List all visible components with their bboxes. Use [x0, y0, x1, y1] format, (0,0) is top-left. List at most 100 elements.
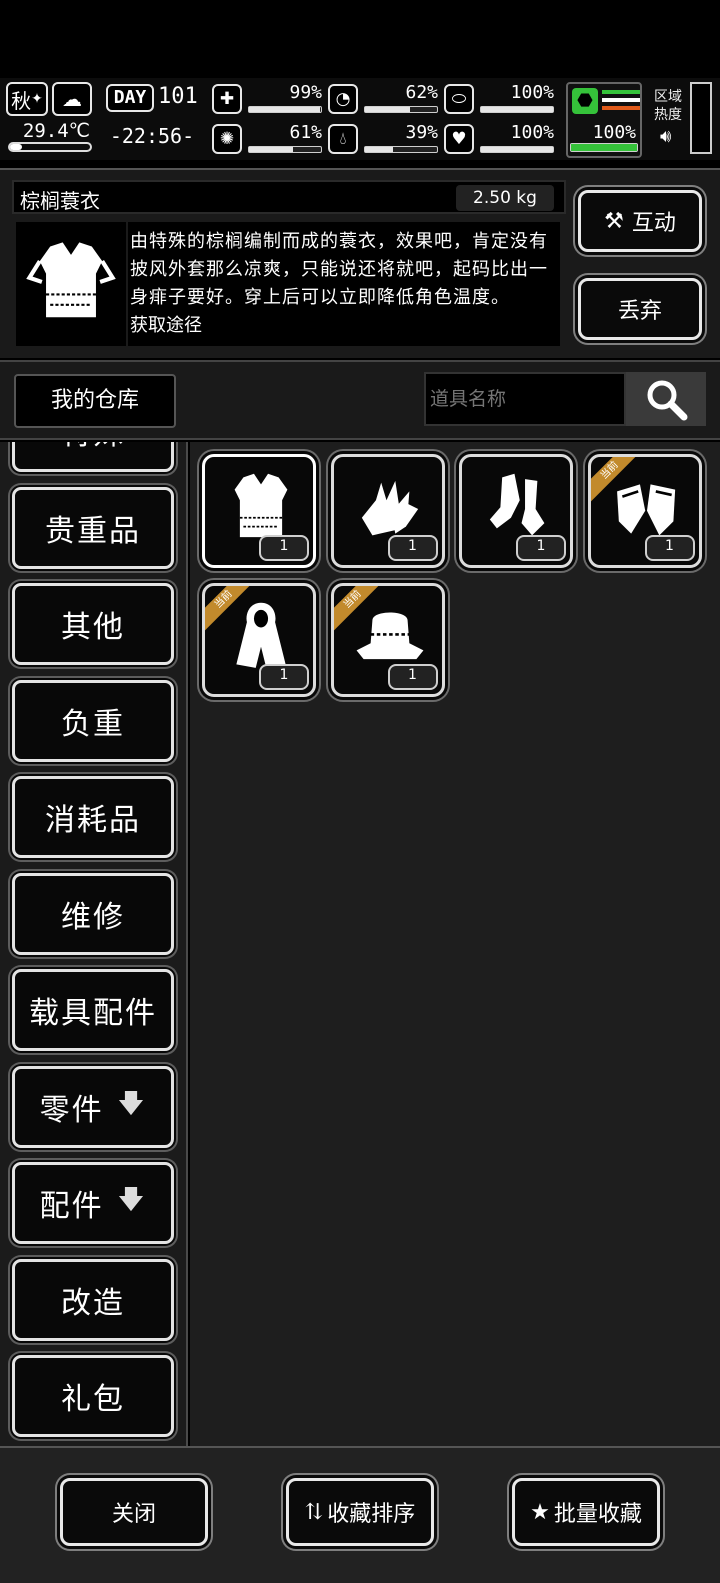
item-slot[interactable]: 1 — [330, 454, 445, 568]
region-heat-meter — [690, 82, 712, 154]
item-slot[interactable]: 当前 1 — [202, 582, 316, 697]
item-grid: 1 1 1 当前 1 当前 1 当前 1 — [190, 442, 720, 1446]
item-slot[interactable]: 1 — [202, 454, 316, 568]
category-label: 贵重品 — [45, 513, 141, 549]
category-label: 维修 — [61, 899, 125, 935]
item-quantity: 1 — [516, 535, 566, 561]
batch-favorite-button[interactable]: ★ 批量收藏 — [512, 1478, 660, 1546]
stamina-value: 100% — [592, 122, 636, 143]
equipped-badge: 当前 — [333, 585, 390, 637]
search-icon — [647, 380, 688, 421]
category-label: 其他 — [61, 610, 125, 645]
interact-label: 互动 — [631, 211, 676, 236]
item-description: 由特殊的棕榈编制而成的蓑衣，效果吧，肯定没有披风外套那么凉爽，只能说还将就吧，起… — [130, 231, 548, 308]
item-quantity: 1 — [644, 535, 695, 561]
category-6[interactable]: 维修 — [12, 872, 174, 955]
brain-icon: ✺ — [212, 124, 242, 154]
category-10[interactable]: 改造 — [12, 1258, 174, 1341]
category-label: 载具配件 — [29, 996, 157, 1031]
stamina-block: ⬣ 100% — [566, 82, 642, 158]
category-sidebar: 特殊贵重品其他负重消耗品维修载具配件零件 🡇 配件 🡇 改造礼包 — [0, 442, 188, 1446]
category-label: 零件 — [39, 1092, 104, 1128]
sort-favorites-button[interactable]: ⇅ 收藏排序 — [286, 1478, 434, 1546]
clock-time: -22:56- — [109, 124, 195, 148]
temperature-value: 29.4℃ — [22, 120, 90, 142]
water-drop-icon: 💧︎ — [328, 124, 358, 154]
heart-icon: ♥ — [444, 124, 474, 154]
warehouse-tab[interactable]: 我的仓库 — [14, 374, 176, 428]
leaf-icon: ✦ — [31, 91, 43, 107]
equipped-ribbon: 当前 — [205, 585, 265, 646]
stamina-stripes — [602, 90, 640, 110]
stat-value: 100% — [510, 122, 554, 143]
season-badge: 秋 ✦ — [6, 82, 48, 116]
hammer-icon: ⚒ — [604, 208, 624, 234]
stat-value: 100% — [510, 82, 554, 103]
pill-icon: ⬭ — [444, 84, 474, 114]
stat-value: 62% — [405, 82, 438, 103]
sort-label: 收藏排序 — [327, 1502, 416, 1527]
close-label: 关闭 — [111, 1502, 156, 1527]
thermometer-icon — [8, 142, 92, 152]
category-7[interactable]: 载具配件 — [12, 969, 174, 1051]
category-4[interactable]: 负重 — [12, 679, 174, 762]
stat-value: 99% — [289, 82, 322, 103]
item-slot[interactable]: 1 — [459, 454, 573, 568]
down-arrow-icon: 🡇 — [117, 1185, 147, 1215]
speaker-icon[interactable]: 🔊︎ — [660, 126, 671, 147]
discard-button[interactable]: 丢弃 — [578, 278, 702, 340]
footer-bar: 关闭 ⇅ 收藏排序 ★ 批量收藏 — [0, 1446, 720, 1583]
star-icon: ★ — [530, 1499, 550, 1525]
stat-bar — [364, 146, 438, 153]
item-weight: 2.50 kg — [456, 185, 554, 211]
item-quantity: 1 — [259, 535, 309, 561]
category-5[interactable]: 消耗品 — [12, 776, 174, 858]
season-text: 秋 — [11, 88, 32, 113]
equipped-badge: 当前 — [590, 457, 647, 509]
stat-bar — [480, 106, 554, 113]
item-slot[interactable]: 当前 1 — [330, 582, 445, 697]
item-slot[interactable]: 当前 1 — [587, 454, 702, 568]
category-label: 消耗品 — [45, 803, 141, 838]
category-label: 改造 — [61, 1285, 125, 1321]
category-3[interactable]: 其他 — [12, 583, 174, 665]
item-quantity: 1 — [387, 535, 438, 561]
temperature-readout: 29.4℃ — [6, 120, 92, 156]
first-aid-icon: ✚ — [212, 84, 242, 114]
stat-value: 61% — [289, 122, 322, 143]
item-preview — [16, 222, 126, 346]
category-label: 礼包 — [61, 1382, 125, 1417]
discard-label: 丢弃 — [617, 299, 662, 324]
weather-icon: ☁ — [52, 82, 92, 116]
category-label: 特殊 — [61, 442, 125, 453]
close-button[interactable]: 关闭 — [60, 1478, 208, 1546]
stat-bar — [364, 106, 438, 113]
region-heat-label: 区域热度 — [654, 89, 682, 123]
stamina-bar — [570, 143, 638, 152]
search-button[interactable] — [626, 372, 706, 426]
category-label: 负重 — [61, 706, 125, 742]
equipped-ribbon: 当前 — [590, 457, 651, 517]
search-input[interactable] — [424, 372, 626, 426]
stat-bar — [248, 146, 322, 153]
category-9[interactable]: 配件 🡇 — [12, 1162, 174, 1244]
item-source-label: 获取途径 — [130, 315, 202, 336]
swap-arrows-icon: ⇅ — [304, 1499, 324, 1525]
category-8[interactable]: 零件 🡇 — [12, 1065, 174, 1148]
warehouse-label: 我的仓库 — [50, 388, 139, 413]
status-hud: 秋 ✦ ☁ 29.4℃ DAY 101 -22:56- ✚ 99% ◔ 62% ⬭ 100%… — [0, 78, 720, 160]
batch-favorite-label: 批量收藏 — [553, 1502, 642, 1527]
stomach-icon: ◔ — [328, 84, 358, 114]
category-2[interactable]: 贵重品 — [12, 486, 174, 569]
item-quantity: 1 — [259, 663, 309, 690]
item-name-bar: 棕榈蓑衣 2.50 kg — [12, 180, 566, 214]
item-quantity: 1 — [387, 663, 438, 690]
item-description-box: 由特殊的棕榈编制而成的蓑衣，效果吧，肯定没有披风外套那么凉爽，只能说还将就吧，起… — [128, 222, 560, 346]
category-11[interactable]: 礼包 — [12, 1355, 174, 1437]
equipped-ribbon: 当前 — [333, 585, 394, 646]
interact-button[interactable]: ⚒ 互动 — [578, 190, 702, 252]
warehouse-toolbar: 我的仓库 — [0, 360, 720, 440]
category-1[interactable]: 特殊 — [12, 442, 174, 472]
category-label: 配件 — [39, 1189, 104, 1224]
item-name: 棕榈蓑衣 — [20, 189, 100, 213]
